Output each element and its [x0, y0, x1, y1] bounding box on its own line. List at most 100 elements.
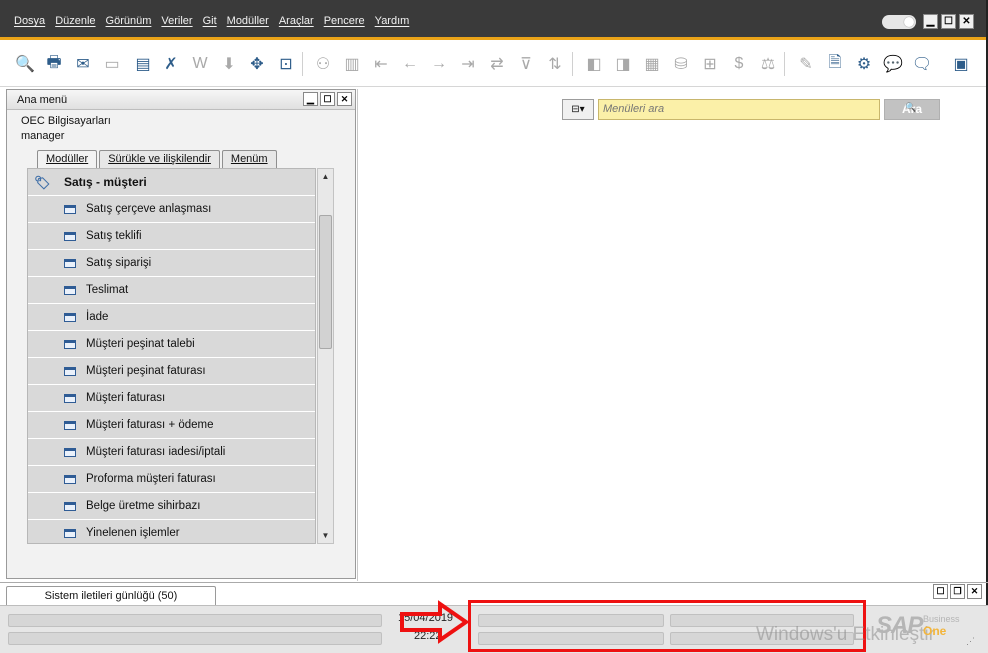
- list-item[interactable]: Yinelenen işlemler: [28, 520, 315, 543]
- email-icon[interactable]: ✉: [72, 53, 94, 75]
- search-input[interactable]: [598, 98, 880, 120]
- settings-wrench-icon[interactable]: ⚙: [853, 53, 875, 75]
- menu-yardim[interactable]: Yardım: [375, 15, 410, 27]
- tab-moduller[interactable]: Modüller: [37, 150, 98, 168]
- export-excel-icon[interactable]: ✗: [160, 53, 182, 75]
- restore-icon[interactable]: ☐: [933, 584, 948, 599]
- list-item[interactable]: İade: [28, 304, 315, 331]
- theme-toggle[interactable]: [882, 14, 916, 29]
- maximize-icon[interactable]: ☐: [941, 14, 956, 29]
- module-header[interactable]: 🏷 Satış - müşteri: [28, 169, 315, 196]
- close-icon[interactable]: ✕: [967, 584, 982, 599]
- company-name: OEC Bilgisayarları: [21, 115, 111, 127]
- form-window-icon: [64, 474, 76, 484]
- scrollbar-thumb[interactable]: [319, 215, 332, 349]
- module-list-scrollbar[interactable]: ▲ ▼: [317, 168, 334, 544]
- form-window-icon: [64, 420, 76, 430]
- first-record-icon[interactable]: ⇤: [370, 53, 392, 75]
- sms-icon[interactable]: ▭: [101, 53, 123, 75]
- list-item-label: Belge üretme sihirbazı: [86, 500, 201, 512]
- base-document-icon[interactable]: ◧: [583, 53, 605, 75]
- scroll-down-icon[interactable]: ▼: [318, 528, 333, 543]
- print-preview-icon[interactable]: 🔍: [14, 53, 36, 75]
- list-item-label: Yinelenen işlemler: [86, 527, 180, 539]
- scroll-up-icon[interactable]: ▲: [318, 169, 333, 184]
- filter-icon[interactable]: ⊽: [515, 53, 537, 75]
- sap-logo-business: Business: [923, 614, 960, 624]
- list-item[interactable]: Satış siparişi: [28, 250, 315, 277]
- form-window-icon: [64, 339, 76, 349]
- export-word-icon[interactable]: W: [189, 53, 211, 75]
- payment-means-icon[interactable]: $: [728, 53, 750, 75]
- menu-araclar[interactable]: Araçlar: [279, 15, 314, 27]
- sap-logo-one: One: [923, 624, 947, 638]
- next-record-icon[interactable]: →: [428, 53, 450, 75]
- cascade-icon[interactable]: ❐: [950, 584, 965, 599]
- maximize-icon[interactable]: ☐: [320, 92, 335, 106]
- print-icon[interactable]: 🖶: [43, 53, 65, 75]
- minimize-icon[interactable]: ▁: [923, 14, 938, 29]
- menu-git[interactable]: Git: [203, 15, 217, 27]
- form-window-icon: [64, 312, 76, 322]
- volume-weight-icon[interactable]: ⚖: [757, 53, 779, 75]
- sort-icon[interactable]: ⇅: [544, 53, 566, 75]
- list-item-label: Proforma müşteri faturası: [86, 473, 216, 485]
- fax-icon[interactable]: ▤: [132, 53, 154, 75]
- close-icon[interactable]: ✕: [337, 92, 352, 106]
- main-menu-titlebar: Ana menü ▁ ☐ ✕: [7, 90, 355, 110]
- list-item[interactable]: Müşteri peşinat faturası: [28, 358, 315, 385]
- main-menu-tabs: Modüller Sürükle ve ilişkilendir Menüm: [37, 150, 277, 168]
- export-pdf-icon[interactable]: ⬇: [218, 53, 240, 75]
- find-icon[interactable]: ⚇: [312, 53, 334, 75]
- list-item[interactable]: Belge üretme sihirbazı: [28, 493, 315, 520]
- edit-icon[interactable]: ✎: [795, 53, 817, 75]
- menu-gorunum[interactable]: Görünüm: [106, 15, 152, 27]
- refresh-icon[interactable]: ⇄: [486, 53, 508, 75]
- close-icon[interactable]: ✕: [959, 14, 974, 29]
- window-controls: ▁ ☐ ✕: [882, 14, 974, 29]
- menu-pencere[interactable]: Pencere: [324, 15, 365, 27]
- lock-screen-icon[interactable]: ⊡: [275, 53, 297, 75]
- menu-veriler[interactable]: Veriler: [161, 15, 192, 27]
- list-item[interactable]: Müşteri faturası + ödeme: [28, 412, 315, 439]
- search-scope-dropdown[interactable]: ⊟▾: [562, 98, 594, 120]
- target-document-icon[interactable]: ◨: [612, 53, 634, 75]
- list-item-label: Müşteri faturası iadesi/iptali: [86, 446, 226, 458]
- document-settings-icon[interactable]: 🗎: [824, 53, 846, 75]
- toolbar-separator: [302, 52, 303, 76]
- minimize-icon[interactable]: ▁: [303, 92, 318, 106]
- menu-bar: Dosya Düzenle Görünüm Veriler Git Modüll…: [0, 0, 988, 40]
- form-window-icon: [64, 528, 76, 538]
- menu-moduller[interactable]: Modüller: [227, 15, 269, 27]
- gross-profit-icon[interactable]: ⛁: [670, 53, 692, 75]
- list-item-label: Satış çerçeve anlaşması: [86, 203, 212, 215]
- menu-duzenle[interactable]: Düzenle: [55, 15, 95, 27]
- status-field: [8, 632, 382, 645]
- list-item-label: Müşteri peşinat talebi: [86, 338, 195, 350]
- system-messages-log-tab[interactable]: Sistem iletileri günlüğü (50): [6, 586, 216, 605]
- list-item[interactable]: Müşteri peşinat talebi: [28, 331, 315, 358]
- alerts-icon[interactable]: 🗨: [911, 53, 933, 75]
- list-item[interactable]: Teslimat: [28, 277, 315, 304]
- calendar-icon[interactable]: ▣: [950, 53, 972, 75]
- list-item[interactable]: Proforma müşteri faturası: [28, 466, 315, 493]
- list-item[interactable]: Müşteri faturası iadesi/iptali: [28, 439, 315, 466]
- form-window-icon: [64, 231, 76, 241]
- list-item[interactable]: Satış teklifi: [28, 223, 315, 250]
- user-name: manager: [21, 130, 65, 142]
- previous-record-icon[interactable]: ←: [399, 53, 421, 75]
- menu-dosya[interactable]: Dosya: [14, 15, 45, 27]
- sap-business-one-logo: SAP Business One: [876, 612, 960, 646]
- tab-menum[interactable]: Menüm: [221, 150, 277, 168]
- add-icon[interactable]: ▥: [341, 53, 363, 75]
- list-item[interactable]: Satış çerçeve anlaşması: [28, 196, 315, 223]
- resize-grip-icon[interactable]: ⋰: [966, 636, 980, 650]
- journal-entry-icon[interactable]: ⊞: [699, 53, 721, 75]
- layout-icon[interactable]: ▦: [641, 53, 663, 75]
- launch-app-icon[interactable]: ✥: [246, 53, 268, 75]
- toolbar: 🔍 🖶 ✉ ▭ ▤ ✗ W ⬇ ✥ ⊡ ⚇ ▥ ⇤ ← → ⇥ ⇄ ⊽ ⇅ ◧ …: [0, 43, 988, 87]
- list-item[interactable]: Müşteri faturası: [28, 385, 315, 412]
- messages-icon[interactable]: 💬: [882, 53, 904, 75]
- tab-surukle-iliskilendir[interactable]: Sürükle ve ilişkilendir: [99, 150, 220, 168]
- last-record-icon[interactable]: ⇥: [457, 53, 479, 75]
